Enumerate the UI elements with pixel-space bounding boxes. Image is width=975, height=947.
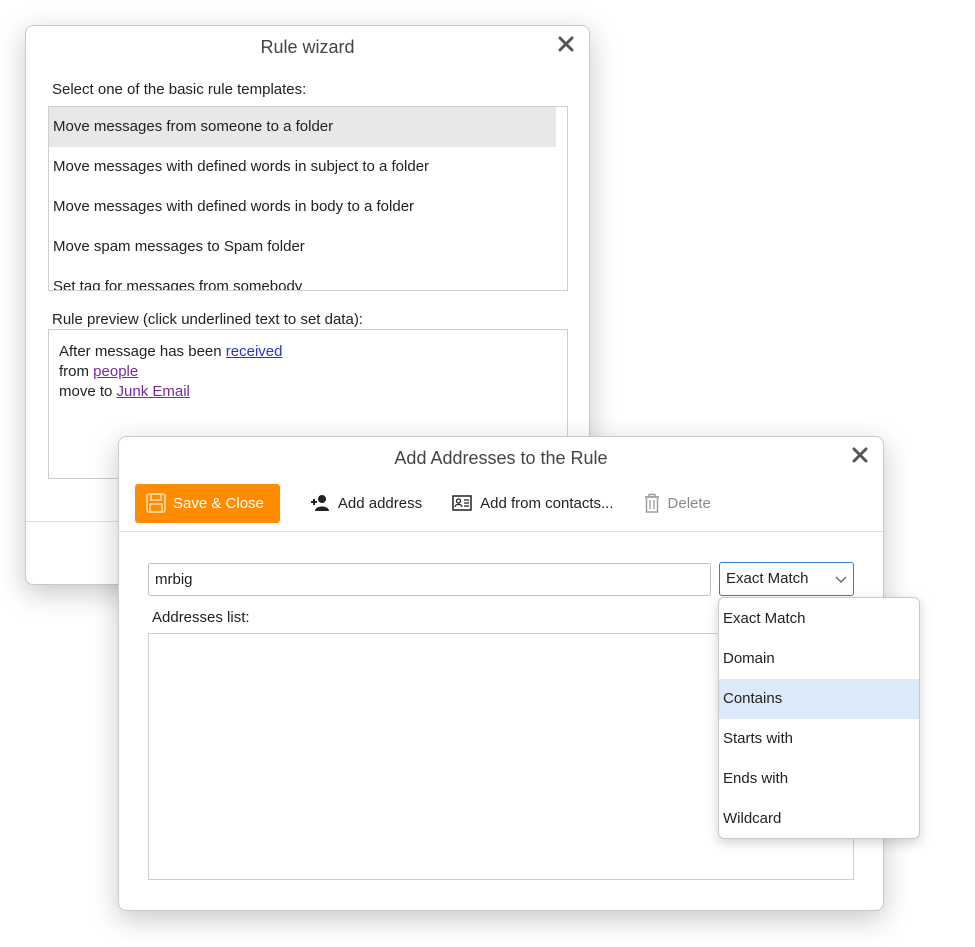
dropdown-option[interactable]: Exact Match [719, 599, 919, 639]
folder-link[interactable]: Junk Email [117, 383, 190, 400]
template-item[interactable]: Move spam messages to Spam folder [49, 227, 567, 267]
delete-button[interactable]: Delete [644, 493, 711, 513]
save-icon [146, 493, 166, 513]
contact-card-icon [452, 495, 472, 511]
chevron-down-icon [835, 576, 847, 583]
preview-label: Rule preview (click underlined text to s… [52, 311, 363, 328]
received-link[interactable]: received [226, 343, 283, 360]
add-user-icon [310, 495, 329, 511]
trash-icon [644, 493, 659, 513]
add-addresses-title: Add Addresses to the Rule [394, 448, 608, 468]
templates-label: Select one of the basic rule templates: [52, 81, 307, 98]
add-address-button[interactable]: Add address [310, 494, 422, 512]
addresses-label: Addresses list: [152, 609, 250, 626]
preview-text: After message has been [59, 343, 226, 360]
close-icon[interactable] [556, 34, 576, 54]
template-item[interactable]: Move messages with defined words in body… [49, 187, 567, 227]
save-close-button[interactable]: Save & Close [135, 483, 280, 523]
delete-label: Delete [667, 494, 711, 512]
preview-text: move to [59, 383, 117, 400]
template-item[interactable]: Move messages from someone to a folder [49, 107, 556, 147]
dropdown-option[interactable]: Starts with [719, 719, 919, 759]
address-input[interactable]: mrbig [148, 563, 711, 596]
people-link[interactable]: people [93, 363, 138, 380]
template-item[interactable]: Set tag for messages from somebody [49, 267, 567, 290]
match-type-select[interactable]: Exact Match [719, 562, 854, 596]
divider [119, 531, 883, 532]
dropdown-option[interactable]: Contains [719, 679, 919, 719]
match-type-value: Exact Match [726, 570, 809, 587]
match-type-dropdown: Exact Match Domain Contains Starts with … [718, 597, 920, 839]
dropdown-option[interactable]: Wildcard [719, 799, 919, 839]
dropdown-option[interactable]: Ends with [719, 759, 919, 799]
save-close-label: Save & Close [173, 494, 264, 512]
add-from-contacts-button[interactable]: Add from contacts... [452, 494, 614, 512]
template-item[interactable]: Move messages with defined words in subj… [49, 147, 567, 187]
preview-text: from [59, 363, 94, 380]
template-list[interactable]: Move messages from someone to a folder M… [48, 106, 568, 291]
close-icon[interactable] [850, 445, 870, 465]
rule-wizard-title: Rule wizard [260, 37, 355, 57]
toolbar: Save & Close Add address Add from contac… [135, 483, 711, 523]
dropdown-option[interactable]: Domain [719, 639, 919, 679]
add-from-contacts-label: Add from contacts... [480, 494, 614, 512]
add-address-label: Add address [337, 494, 423, 512]
